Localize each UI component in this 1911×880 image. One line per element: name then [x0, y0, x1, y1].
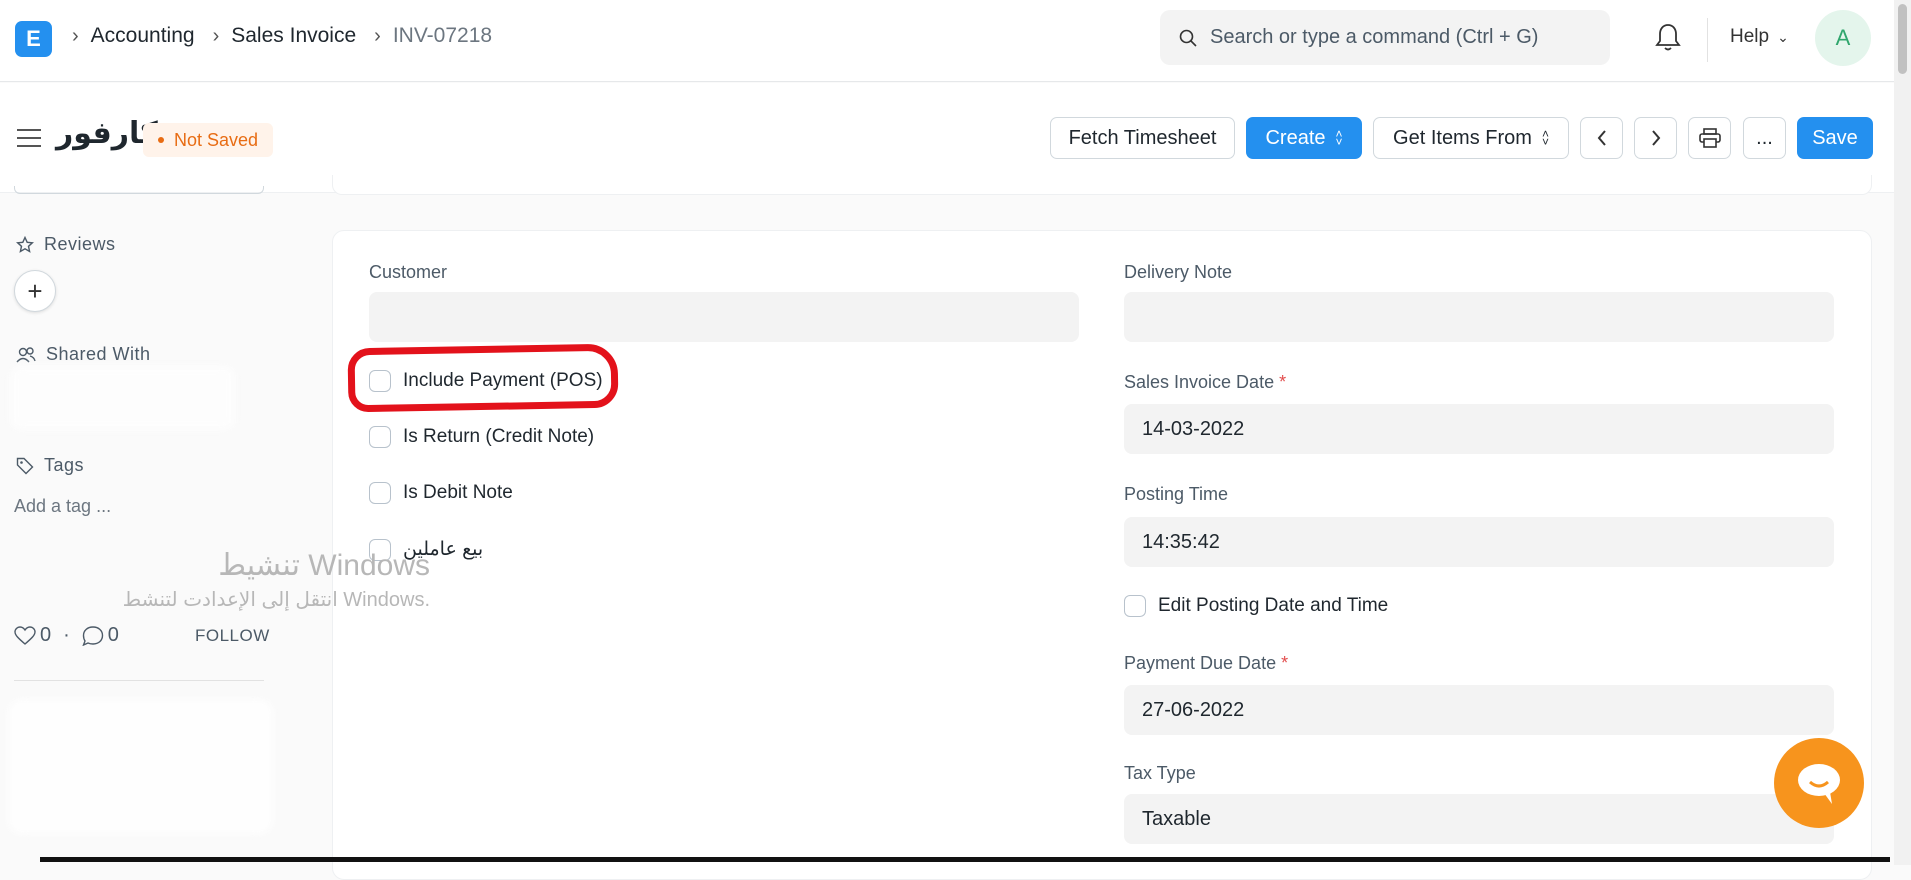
due-date-label: Payment Due Date *	[1124, 653, 1288, 674]
help-dropdown[interactable]: Help ⌄	[1730, 26, 1789, 48]
star-icon	[16, 235, 34, 253]
windows-activation-watermark: تنشيط Windows انتقل إلى الإعدادت لتنشط W…	[60, 548, 430, 612]
next-record-button[interactable]	[1634, 117, 1677, 159]
tags-label: Tags	[44, 455, 85, 475]
breadcrumb: › Accounting › Sales Invoice › INV-07218	[72, 24, 510, 48]
updown-icon: ˄ ˅	[1335, 127, 1343, 149]
delivery-note-label: Delivery Note	[1124, 262, 1233, 282]
users-icon	[16, 346, 36, 362]
chevron-right-icon	[1651, 130, 1660, 146]
due-date-label-text: Payment Due Date	[1124, 653, 1277, 673]
comment-count: 0	[107, 624, 119, 646]
navbar-divider	[1707, 18, 1708, 62]
search-icon	[1179, 29, 1197, 47]
help-label: Help	[1730, 26, 1770, 47]
invoice-date-label: Sales Invoice Date *	[1124, 372, 1286, 393]
checkbox[interactable]	[369, 426, 391, 448]
form-sidebar: Reviews + Shared With Tags Add a tag ...…	[0, 186, 300, 865]
is-debit-note-checkbox[interactable]: Is Debit Note	[369, 482, 513, 504]
chevron-left-icon	[1597, 130, 1606, 146]
tax-type-value: Taxable	[1142, 807, 1211, 830]
notification-bell-icon[interactable]	[1655, 22, 1681, 57]
breadcrumb-current[interactable]: INV-07218	[393, 24, 492, 48]
engagement-stats: 0 · 0	[14, 624, 119, 647]
like-count: 0	[40, 624, 52, 646]
status-dot	[158, 137, 164, 143]
sidebar-divider	[14, 680, 264, 681]
is-debit-note-label: Is Debit Note	[403, 482, 513, 503]
customer-field[interactable]	[369, 292, 1079, 342]
is-return-checkbox[interactable]: Is Return (Credit Note)	[369, 426, 594, 448]
shared-with-section: Shared With	[16, 344, 151, 365]
add-tag-link[interactable]: Add a tag ...	[14, 496, 111, 517]
edit-posting-checkbox[interactable]: Edit Posting Date and Time	[1124, 595, 1388, 617]
scrollbar-thumb[interactable]	[1898, 4, 1907, 74]
create-label: Create	[1265, 126, 1326, 149]
avatar[interactable]: A	[1815, 10, 1871, 66]
search-placeholder: Search or type a command (Ctrl + G)	[1210, 26, 1539, 48]
sidebar-toggle-icon[interactable]	[16, 128, 42, 153]
get-items-label: Get Items From	[1393, 126, 1532, 149]
chevron-right-icon: ›	[72, 24, 79, 47]
required-mark: *	[1281, 653, 1289, 673]
previous-section-card	[332, 175, 1872, 195]
prev-record-button[interactable]	[1580, 117, 1623, 159]
chevron-down-icon: ⌄	[1777, 28, 1789, 45]
checkbox[interactable]	[1124, 595, 1146, 617]
add-review-button[interactable]: +	[14, 270, 56, 312]
print-button[interactable]	[1688, 117, 1731, 159]
printer-icon	[1698, 128, 1721, 148]
save-button[interactable]: Save	[1797, 117, 1873, 159]
status-badge: Not Saved	[143, 123, 274, 157]
create-button[interactable]: Create ˄ ˅	[1246, 117, 1362, 159]
heart-icon[interactable]	[14, 625, 36, 646]
redacted-area	[8, 699, 273, 834]
edit-posting-label: Edit Posting Date and Time	[1158, 595, 1389, 616]
due-date-field[interactable]: 27-06-2022	[1124, 685, 1834, 735]
dot-separator: ·	[63, 624, 70, 646]
delivery-note-field[interactable]	[1124, 292, 1834, 342]
tags-section: Tags	[16, 455, 84, 476]
reviews-section: Reviews	[16, 234, 116, 255]
follow-button[interactable]: FOLLOW	[195, 626, 270, 646]
annotation-circle	[347, 343, 619, 413]
get-items-from-button[interactable]: Get Items From ˄ ˅	[1373, 117, 1569, 159]
search-input[interactable]: Search or type a command (Ctrl + G)	[1160, 10, 1610, 65]
tag-icon	[16, 457, 34, 474]
breadcrumb-sales-invoice[interactable]: Sales Invoice	[231, 24, 356, 48]
required-mark: *	[1279, 372, 1287, 392]
checkbox[interactable]	[369, 482, 391, 504]
tax-type-label: Tax Type	[1124, 763, 1196, 783]
watermark-line1: تنشيط Windows	[218, 549, 430, 582]
tax-type-select[interactable]: Taxable ⌄	[1124, 794, 1834, 844]
status-text: Not Saved	[174, 129, 259, 150]
chevron-right-icon: ›	[374, 24, 381, 47]
more-menu-button[interactable]: ...	[1743, 117, 1786, 159]
comment-icon[interactable]	[82, 625, 104, 646]
posting-time-field[interactable]: 14:35:42	[1124, 517, 1834, 567]
app-logo[interactable]: E	[15, 21, 52, 57]
sidebar-field-remnant	[14, 186, 264, 194]
shared-with-label: Shared With	[46, 344, 151, 364]
customer-label: Customer	[369, 262, 448, 282]
navbar: E › Accounting › Sales Invoice › INV-072…	[0, 0, 1894, 82]
taskbar-edge	[40, 857, 1890, 862]
redacted-area	[10, 366, 235, 430]
reviews-label: Reviews	[44, 234, 116, 254]
updown-icon: ˄ ˅	[1541, 127, 1549, 149]
chat-bubble-icon	[1798, 764, 1840, 804]
page-scrollbar[interactable]	[1894, 0, 1911, 865]
breadcrumb-accounting[interactable]: Accounting	[91, 24, 195, 48]
fetch-timesheet-button[interactable]: Fetch Timesheet	[1050, 117, 1235, 159]
invoice-date-label-text: Sales Invoice Date	[1124, 372, 1275, 392]
watermark-line2: انتقل إلى الإعدادت لتنشط Windows.	[122, 589, 430, 611]
is-return-label: Is Return (Credit Note)	[403, 426, 595, 447]
chevron-right-icon: ›	[212, 24, 220, 47]
posting-time-label: Posting Time	[1124, 484, 1229, 504]
invoice-date-field[interactable]: 14-03-2022	[1124, 404, 1834, 454]
chat-support-button[interactable]	[1774, 738, 1864, 828]
